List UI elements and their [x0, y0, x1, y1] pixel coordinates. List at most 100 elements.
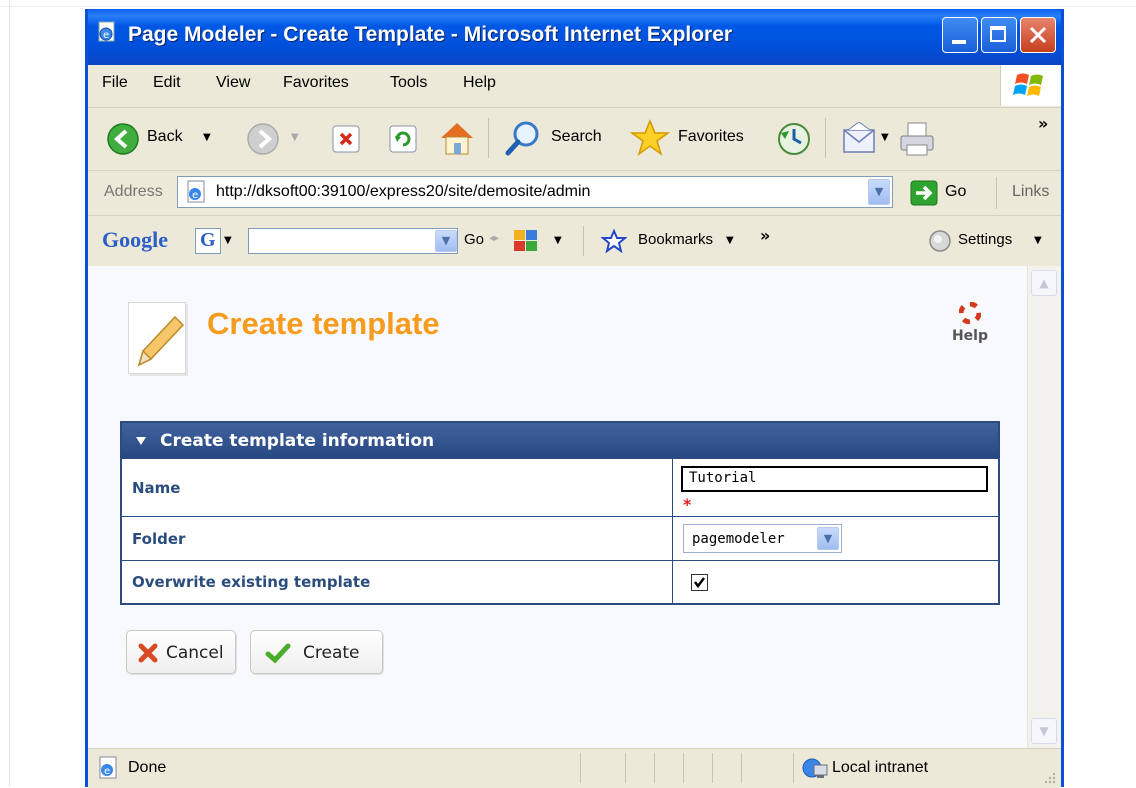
- mail-dropdown-icon[interactable]: ▼: [881, 132, 889, 143]
- resize-grip-icon[interactable]: [1041, 769, 1057, 785]
- title-bar[interactable]: e Page Modeler - Create Template - Micro…: [88, 9, 1061, 65]
- settings-dropdown-icon: ▼: [1034, 235, 1042, 246]
- ie-page-icon: e: [187, 180, 205, 203]
- cancel-x-icon: [138, 643, 158, 663]
- google-toolbar-overflow-chevron[interactable]: »: [760, 226, 770, 245]
- name-input[interactable]: Tutorial: [681, 466, 988, 492]
- search-icon[interactable]: [503, 118, 543, 158]
- status-bar: e Done Local intranet: [88, 748, 1061, 788]
- google-search-input[interactable]: ▼: [248, 228, 458, 254]
- cancel-label: Cancel: [166, 643, 224, 663]
- search-button[interactable]: Search: [551, 128, 602, 146]
- overwrite-label: Overwrite existing template: [132, 573, 371, 591]
- google-g-button[interactable]: G: [195, 228, 221, 254]
- chevron-down-icon: ▼: [874, 185, 884, 198]
- bookmark-star-icon[interactable]: [601, 229, 627, 253]
- back-dropdown-icon[interactable]: ▼: [203, 132, 211, 143]
- folder-label: Folder: [132, 530, 186, 548]
- bookmarks-dropdown-icon: ▼: [726, 235, 734, 246]
- settings-circle-icon[interactable]: [928, 229, 952, 253]
- back-arrow-icon[interactable]: [106, 122, 140, 156]
- windows-flag-icon: [1013, 73, 1043, 96]
- form-row-folder: Folder pagemodeler ▼: [122, 516, 998, 560]
- bookmarks-button[interactable]: Bookmarks: [638, 231, 713, 248]
- menu-tools[interactable]: Tools: [390, 74, 427, 92]
- svg-text:e: e: [103, 30, 109, 41]
- puzzle-icon[interactable]: [512, 227, 540, 253]
- row-divider: [672, 561, 673, 603]
- chevron-down-icon: ▼: [1039, 724, 1049, 738]
- cancel-button[interactable]: Cancel: [126, 630, 236, 674]
- back-button[interactable]: Back: [147, 128, 183, 146]
- toolbar-separator: [825, 118, 826, 158]
- status-text: Done: [128, 759, 167, 776]
- required-marker: *: [683, 495, 692, 514]
- mail-icon[interactable]: [842, 122, 878, 156]
- status-separator: [683, 753, 684, 783]
- favorites-star-icon[interactable]: [630, 119, 670, 157]
- local-intranet-icon: [802, 758, 828, 778]
- menu-help[interactable]: Help: [463, 74, 496, 92]
- form-row-overwrite: Overwrite existing template: [122, 560, 998, 603]
- menu-favorites[interactable]: Favorites: [283, 74, 349, 92]
- overwrite-checkbox[interactable]: [691, 574, 708, 591]
- menu-view[interactable]: View: [216, 74, 250, 92]
- links-button[interactable]: Links: [1012, 183, 1049, 201]
- status-separator: [580, 753, 581, 783]
- menu-bar: File Edit View Favorites Tools Help: [88, 65, 1061, 108]
- ie-page-icon: e: [99, 756, 117, 779]
- history-icon[interactable]: [776, 121, 812, 157]
- go-arrow-icon[interactable]: [910, 180, 938, 206]
- collapse-triangle-icon: [136, 437, 146, 445]
- help-button[interactable]: Help: [944, 300, 996, 350]
- toolbar-overflow-chevron[interactable]: »: [1038, 114, 1048, 133]
- vertical-scrollbar[interactable]: ▲ ▼: [1027, 266, 1061, 748]
- svg-text:e: e: [104, 766, 110, 777]
- section-title: Create template information: [160, 431, 435, 451]
- search-history-dropdown[interactable]: ▼: [435, 230, 457, 252]
- toolbar-separator: [583, 226, 584, 256]
- address-label: Address: [104, 183, 163, 200]
- section-header[interactable]: Create template information: [122, 423, 998, 458]
- scroll-down-button[interactable]: ▼: [1031, 718, 1057, 744]
- page-guide-top: [0, 6, 1136, 7]
- status-separator: [654, 753, 655, 783]
- puzzle-dropdown-icon[interactable]: ▼: [554, 235, 562, 246]
- google-g-icon: G: [200, 229, 216, 251]
- folder-select[interactable]: pagemodeler ▼: [683, 524, 842, 553]
- page-guide-left: [9, 0, 10, 787]
- checkmark-icon: [265, 643, 291, 664]
- minimize-icon: [952, 40, 966, 44]
- google-go-arrows-icon: ◂▸: [489, 233, 500, 244]
- google-g-dropdown-icon[interactable]: ▼: [224, 235, 232, 246]
- print-icon[interactable]: [898, 121, 936, 157]
- go-button[interactable]: Go: [945, 183, 966, 201]
- forward-arrow-icon[interactable]: [246, 122, 280, 156]
- favorites-button[interactable]: Favorites: [678, 128, 744, 146]
- forward-dropdown-icon[interactable]: ▼: [291, 132, 299, 143]
- close-button[interactable]: [1020, 17, 1056, 53]
- page-title: Create template: [207, 306, 440, 341]
- page-viewport: Create template Help Create template inf…: [88, 266, 1061, 748]
- status-separator: [793, 753, 794, 783]
- refresh-icon[interactable]: [388, 124, 418, 154]
- menu-file[interactable]: File: [102, 74, 128, 92]
- close-icon: [1029, 26, 1047, 44]
- chevron-down-icon: ▼: [441, 234, 451, 247]
- google-logo[interactable]: Google: [102, 227, 168, 253]
- settings-button[interactable]: Settings: [958, 231, 1012, 248]
- stop-icon[interactable]: [331, 124, 361, 154]
- scroll-up-button[interactable]: ▲: [1031, 270, 1057, 296]
- maximize-button[interactable]: [981, 17, 1017, 53]
- folder-dropdown-button[interactable]: ▼: [817, 527, 839, 550]
- google-go-button[interactable]: Go: [464, 231, 484, 248]
- minimize-button[interactable]: [942, 17, 978, 53]
- status-separator: [741, 753, 742, 783]
- address-dropdown-button[interactable]: ▼: [868, 179, 890, 205]
- chevron-down-icon: ▼: [823, 532, 833, 545]
- create-button[interactable]: Create: [250, 630, 383, 674]
- menu-edit[interactable]: Edit: [153, 74, 181, 92]
- status-separator: [712, 753, 713, 783]
- home-icon[interactable]: [438, 120, 476, 156]
- address-input[interactable]: e http://dksoft00:39100/express20/site/d…: [177, 176, 893, 208]
